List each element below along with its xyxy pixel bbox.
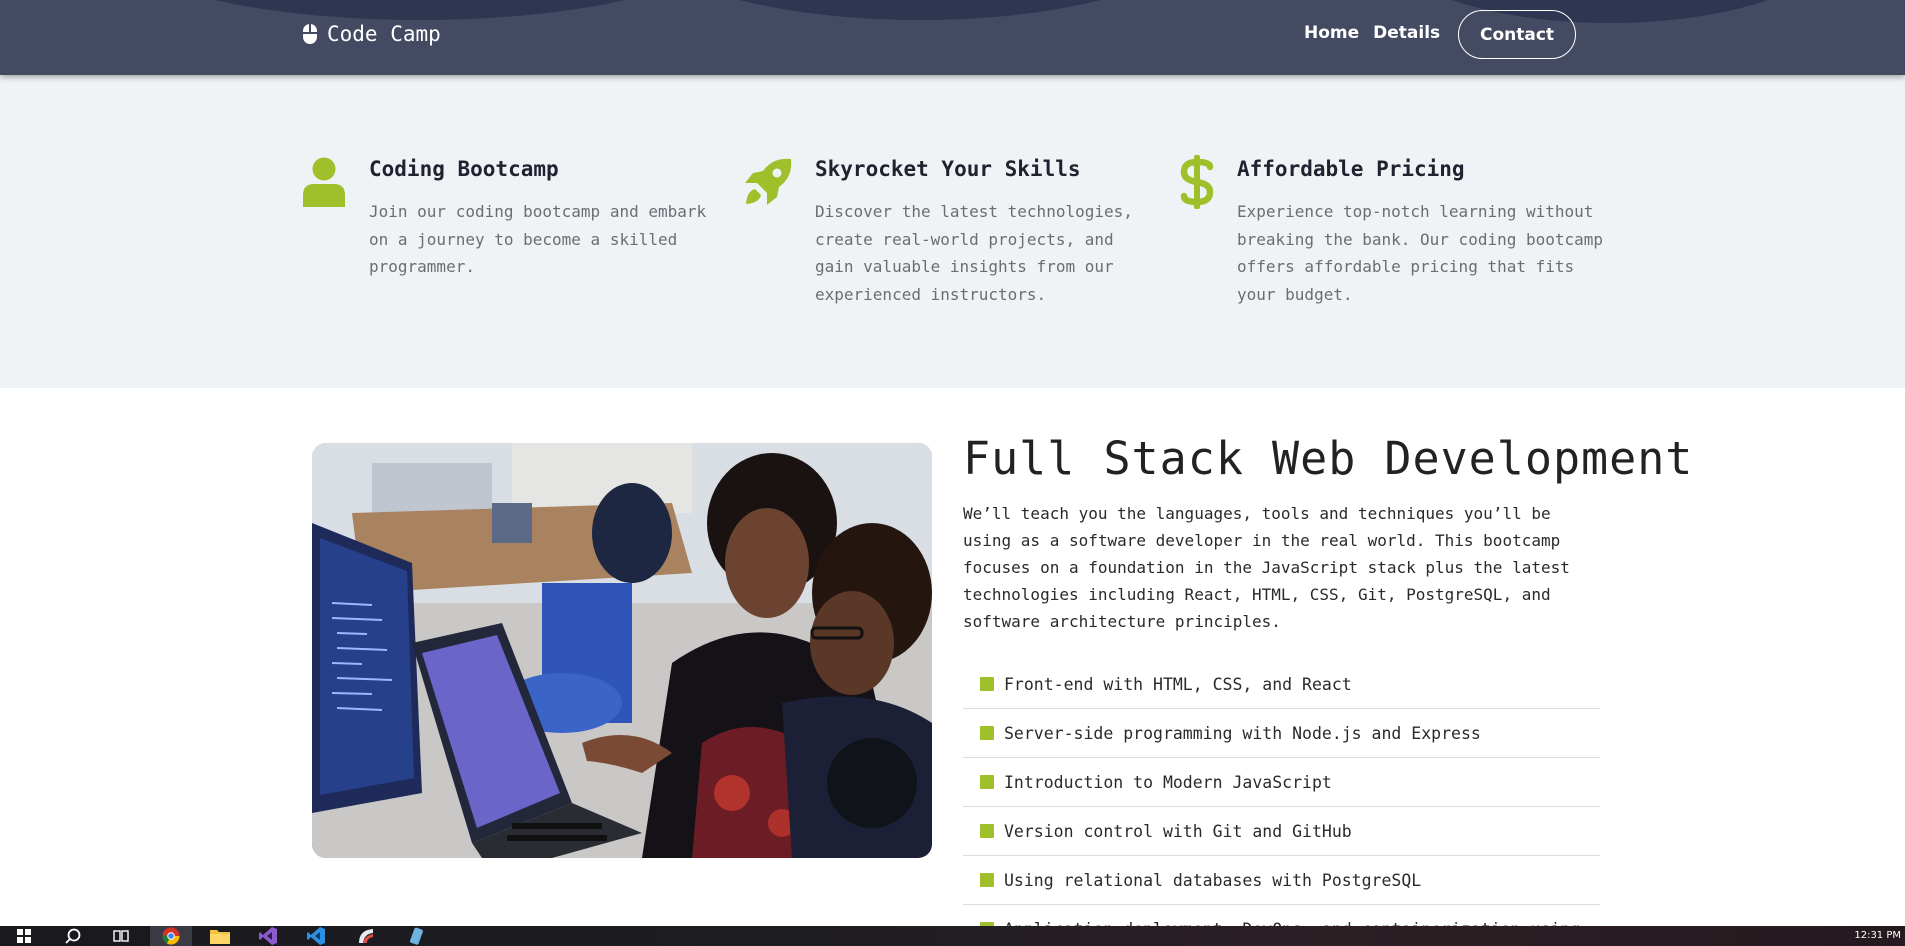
- app-icon[interactable]: [402, 926, 430, 946]
- topic-list: Front-end with HTML, CSS, and React Serv…: [963, 660, 1600, 946]
- square-bullet-icon: [980, 677, 994, 691]
- feature-text: Discover the latest technologies, create…: [815, 202, 1133, 304]
- feature-text: Join our coding bootcamp and embark on a…: [369, 202, 707, 276]
- navbar-wave-decoration: [1380, 0, 1840, 23]
- brand-name: Code Camp: [327, 22, 441, 46]
- task-view-icon[interactable]: [110, 926, 132, 946]
- list-item: Front-end with HTML, CSS, and React: [963, 660, 1600, 709]
- square-bullet-icon: [980, 775, 994, 789]
- features-section: Coding Bootcamp Join our coding bootcamp…: [0, 75, 1905, 388]
- person-icon: [303, 157, 345, 207]
- chrome-icon[interactable]: [150, 926, 192, 946]
- os-taskbar: 12:31 PM: [0, 926, 1905, 946]
- mouse-icon: [303, 24, 317, 44]
- photo-illustration: [312, 443, 932, 858]
- windows-start-icon[interactable]: [14, 926, 34, 946]
- visual-studio-icon[interactable]: [254, 926, 282, 946]
- app-icon[interactable]: [352, 926, 380, 946]
- topic-label: Version control with Git and GitHub: [1004, 821, 1352, 841]
- feature-text: Experience top-notch learning without br…: [1237, 202, 1604, 304]
- file-explorer-icon[interactable]: [206, 926, 234, 946]
- list-item: Introduction to Modern JavaScript: [963, 758, 1600, 807]
- square-bullet-icon: [980, 824, 994, 838]
- feature-title: Coding Bootcamp: [369, 157, 559, 181]
- brand-logo-link[interactable]: Code Camp: [303, 22, 441, 46]
- search-icon[interactable]: [62, 926, 84, 946]
- list-item: Using relational databases with PostgreS…: [963, 856, 1600, 905]
- nav-link-home[interactable]: Home: [1304, 23, 1359, 43]
- navbar: Code Camp Home Details Contact: [0, 0, 1905, 75]
- topic-label: Introduction to Modern JavaScript: [1004, 772, 1332, 792]
- dollar-icon: [1180, 155, 1214, 209]
- course-title: Full Stack Web Development: [963, 432, 1694, 485]
- feature-title: Affordable Pricing: [1237, 157, 1465, 181]
- square-bullet-icon: [980, 873, 994, 887]
- topic-label: Using relational databases with PostgreS…: [1004, 870, 1422, 890]
- nav-links: Home Details: [1304, 23, 1440, 43]
- students-coding-photo: [312, 443, 932, 858]
- topic-label: Server-side programming with Node.js and…: [1004, 723, 1481, 743]
- navbar-wave-decoration: [640, 0, 1200, 20]
- square-bullet-icon: [980, 726, 994, 740]
- course-description: We’ll teach you the languages, tools and…: [963, 504, 1570, 631]
- taskbar-clock: 12:31 PM: [1854, 930, 1901, 941]
- vscode-icon[interactable]: [302, 926, 330, 946]
- list-item: Version control with Git and GitHub: [963, 807, 1600, 856]
- topic-label: Front-end with HTML, CSS, and React: [1004, 674, 1352, 694]
- navbar-wave-decoration: [110, 0, 730, 20]
- rocket-icon: [745, 158, 792, 205]
- contact-button[interactable]: Contact: [1458, 10, 1576, 59]
- list-item: Server-side programming with Node.js and…: [963, 709, 1600, 758]
- nav-link-details[interactable]: Details: [1373, 23, 1440, 43]
- feature-title: Skyrocket Your Skills: [815, 157, 1081, 181]
